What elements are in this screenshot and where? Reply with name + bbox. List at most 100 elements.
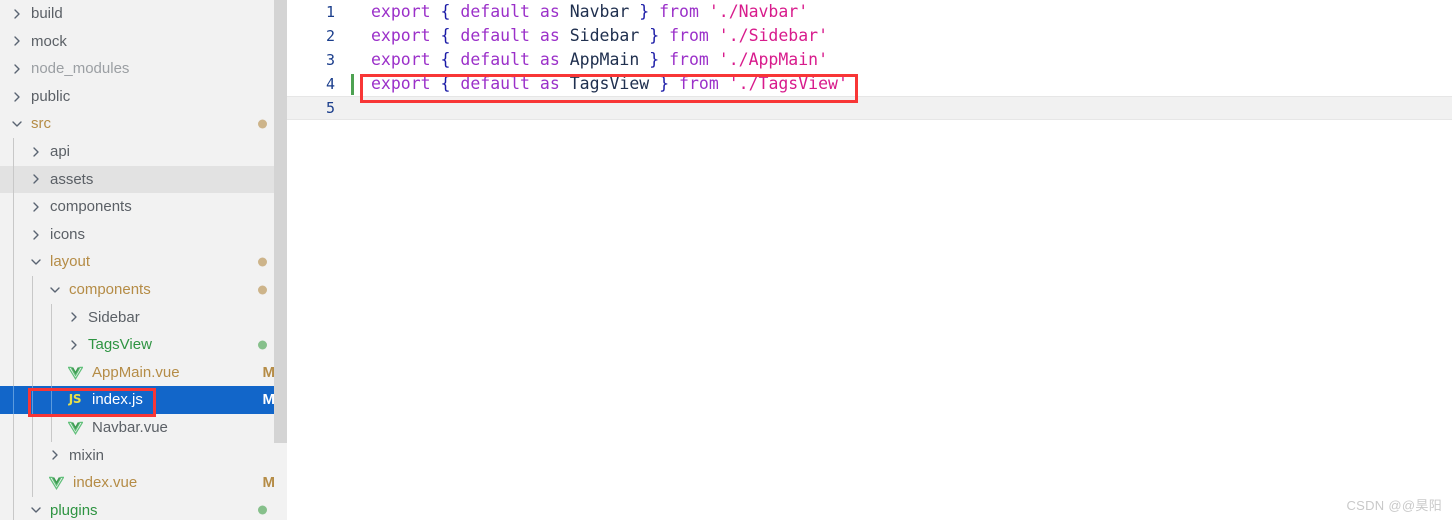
tree-item-label: Sidebar bbox=[88, 308, 140, 326]
line-number: 1 bbox=[325, 3, 335, 21]
indent-guide bbox=[32, 303, 33, 332]
tree-item-build[interactable]: build bbox=[0, 0, 287, 28]
chevron-right-icon[interactable] bbox=[8, 0, 26, 28]
tree-item-sidebar[interactable]: Sidebar bbox=[0, 303, 287, 332]
code-text: export { default as Navbar } from './Nav… bbox=[371, 2, 809, 21]
tree-item-node-modules[interactable]: node_modules bbox=[0, 55, 287, 83]
tree-item-label: AppMain.vue bbox=[92, 363, 180, 381]
tree-item-label: index.vue bbox=[73, 474, 138, 492]
vcs-status-dot bbox=[258, 119, 267, 129]
project-tree-panel[interactable]: build mock node_modulespublic src api assets c… bbox=[0, 0, 287, 520]
indent-guide bbox=[13, 248, 14, 276]
file-tree[interactable]: build mock node_modulespublic src api assets c… bbox=[0, 0, 287, 520]
tree-item-index-js[interactable]: JS index.js M bbox=[0, 386, 287, 414]
tree-item-label: api bbox=[50, 142, 71, 160]
tree-item-mock[interactable]: mock bbox=[0, 28, 287, 56]
chevron-right-icon[interactable] bbox=[65, 304, 83, 332]
tree-item-navbar-vue[interactable]: Navbar.vue bbox=[0, 413, 287, 442]
tree-item-label: assets bbox=[50, 170, 94, 188]
indent-guide bbox=[13, 275, 14, 304]
vcs-status-dot bbox=[258, 285, 267, 295]
chevron-right-icon[interactable] bbox=[8, 28, 26, 56]
vcs-status-dot bbox=[258, 340, 267, 350]
vue-file-icon bbox=[65, 414, 85, 442]
line-number: 5 bbox=[325, 99, 335, 117]
code-text: export { default as Sidebar } from './Si… bbox=[371, 26, 829, 45]
vcs-status-dot bbox=[258, 505, 267, 515]
tree-item-index-vue[interactable]: index.vue M bbox=[0, 469, 287, 497]
chevron-right-icon[interactable] bbox=[8, 55, 26, 83]
indent-guide bbox=[51, 331, 52, 359]
chevron-right-icon[interactable] bbox=[27, 193, 45, 221]
tree-item-components[interactable]: components bbox=[0, 275, 287, 304]
tree-item-layout[interactable]: layout bbox=[0, 248, 287, 276]
tree-item-label: public bbox=[31, 87, 71, 105]
tree-item-mixin[interactable]: mixin bbox=[0, 441, 287, 470]
code-line[interactable]: 3 export { default as AppMain } from './A… bbox=[287, 48, 1452, 72]
tree-item-icons[interactable]: icons bbox=[0, 220, 287, 249]
tree-item-components[interactable]: components bbox=[0, 193, 287, 221]
indent-guide bbox=[32, 358, 33, 387]
tree-item-label: Navbar.vue bbox=[92, 418, 168, 436]
code-line[interactable]: 1 export { default as Navbar } from './Na… bbox=[287, 0, 1452, 24]
indent-guide bbox=[32, 469, 33, 497]
chevron-down-icon[interactable] bbox=[27, 248, 45, 276]
current-line-highlight bbox=[287, 96, 1452, 120]
indent-guide bbox=[13, 193, 14, 221]
code-line[interactable]: 4 export { default as TagsView } from './… bbox=[287, 72, 1452, 96]
vue-file-icon bbox=[46, 469, 66, 497]
tree-item-label: build bbox=[31, 5, 63, 22]
vue-file-icon bbox=[65, 359, 85, 387]
indent-guide bbox=[13, 303, 14, 332]
tree-item-appmain-vue[interactable]: AppMain.vue M bbox=[0, 358, 287, 387]
ide-window: build mock node_modulespublic src api assets c… bbox=[0, 0, 1452, 520]
chevron-right-icon[interactable] bbox=[27, 166, 45, 194]
indent-guide bbox=[51, 358, 52, 387]
tree-item-public[interactable]: public bbox=[0, 83, 287, 111]
tree-item-src[interactable]: src bbox=[0, 110, 287, 138]
chevron-right-icon[interactable] bbox=[27, 221, 45, 249]
indent-guide bbox=[13, 496, 14, 520]
line-number: 3 bbox=[325, 51, 335, 69]
indent-guide bbox=[13, 386, 14, 414]
js-file-icon: JS bbox=[68, 392, 82, 407]
indent-guide bbox=[32, 386, 33, 414]
chevron-right-icon[interactable] bbox=[65, 331, 83, 359]
changed-line-marker[interactable] bbox=[351, 74, 354, 95]
code-line[interactable]: 5 bbox=[287, 96, 1452, 120]
tree-item-plugins[interactable]: plugins bbox=[0, 496, 287, 520]
sidebar-scrollbar-thumb[interactable] bbox=[274, 0, 287, 443]
chevron-down-icon[interactable] bbox=[8, 110, 26, 138]
line-number: 2 bbox=[325, 27, 335, 45]
indent-guide bbox=[13, 441, 14, 470]
indent-guide bbox=[13, 358, 14, 387]
code-editor-pane[interactable]: 1 export { default as Navbar } from './Na… bbox=[287, 0, 1452, 520]
code-line[interactable]: 2 export { default as Sidebar } from './S… bbox=[287, 24, 1452, 48]
editor-lines[interactable]: 1 export { default as Navbar } from './Na… bbox=[287, 0, 1452, 120]
indent-guide bbox=[13, 137, 14, 166]
indent-guide bbox=[32, 441, 33, 470]
chevron-down-icon[interactable] bbox=[46, 276, 64, 304]
tree-item-assets[interactable]: assets bbox=[0, 165, 287, 194]
indent-guide bbox=[13, 331, 14, 359]
indent-guide bbox=[13, 220, 14, 249]
code-text: export { default as AppMain } from './Ap… bbox=[371, 50, 829, 69]
line-number: 4 bbox=[325, 75, 335, 93]
tree-item-label: index.js bbox=[92, 391, 143, 409]
indent-guide bbox=[13, 413, 14, 442]
tree-item-tagsview[interactable]: TagsView bbox=[0, 331, 287, 359]
chevron-right-icon[interactable] bbox=[27, 138, 45, 166]
vcs-status-dot bbox=[258, 257, 267, 267]
tree-item-label: mock bbox=[31, 32, 67, 50]
code-text: export { default as TagsView } from './T… bbox=[371, 74, 848, 93]
indent-guide bbox=[13, 165, 14, 194]
chevron-right-icon[interactable] bbox=[46, 442, 64, 470]
tree-item-api[interactable]: api bbox=[0, 137, 287, 166]
chevron-right-icon[interactable] bbox=[8, 83, 26, 111]
tree-item-label: components bbox=[50, 198, 132, 216]
indent-guide bbox=[51, 303, 52, 332]
tree-item-label: mixin bbox=[69, 446, 105, 464]
tree-item-label: icons bbox=[50, 225, 86, 243]
chevron-down-icon[interactable] bbox=[27, 497, 45, 520]
indent-guide bbox=[51, 413, 52, 442]
